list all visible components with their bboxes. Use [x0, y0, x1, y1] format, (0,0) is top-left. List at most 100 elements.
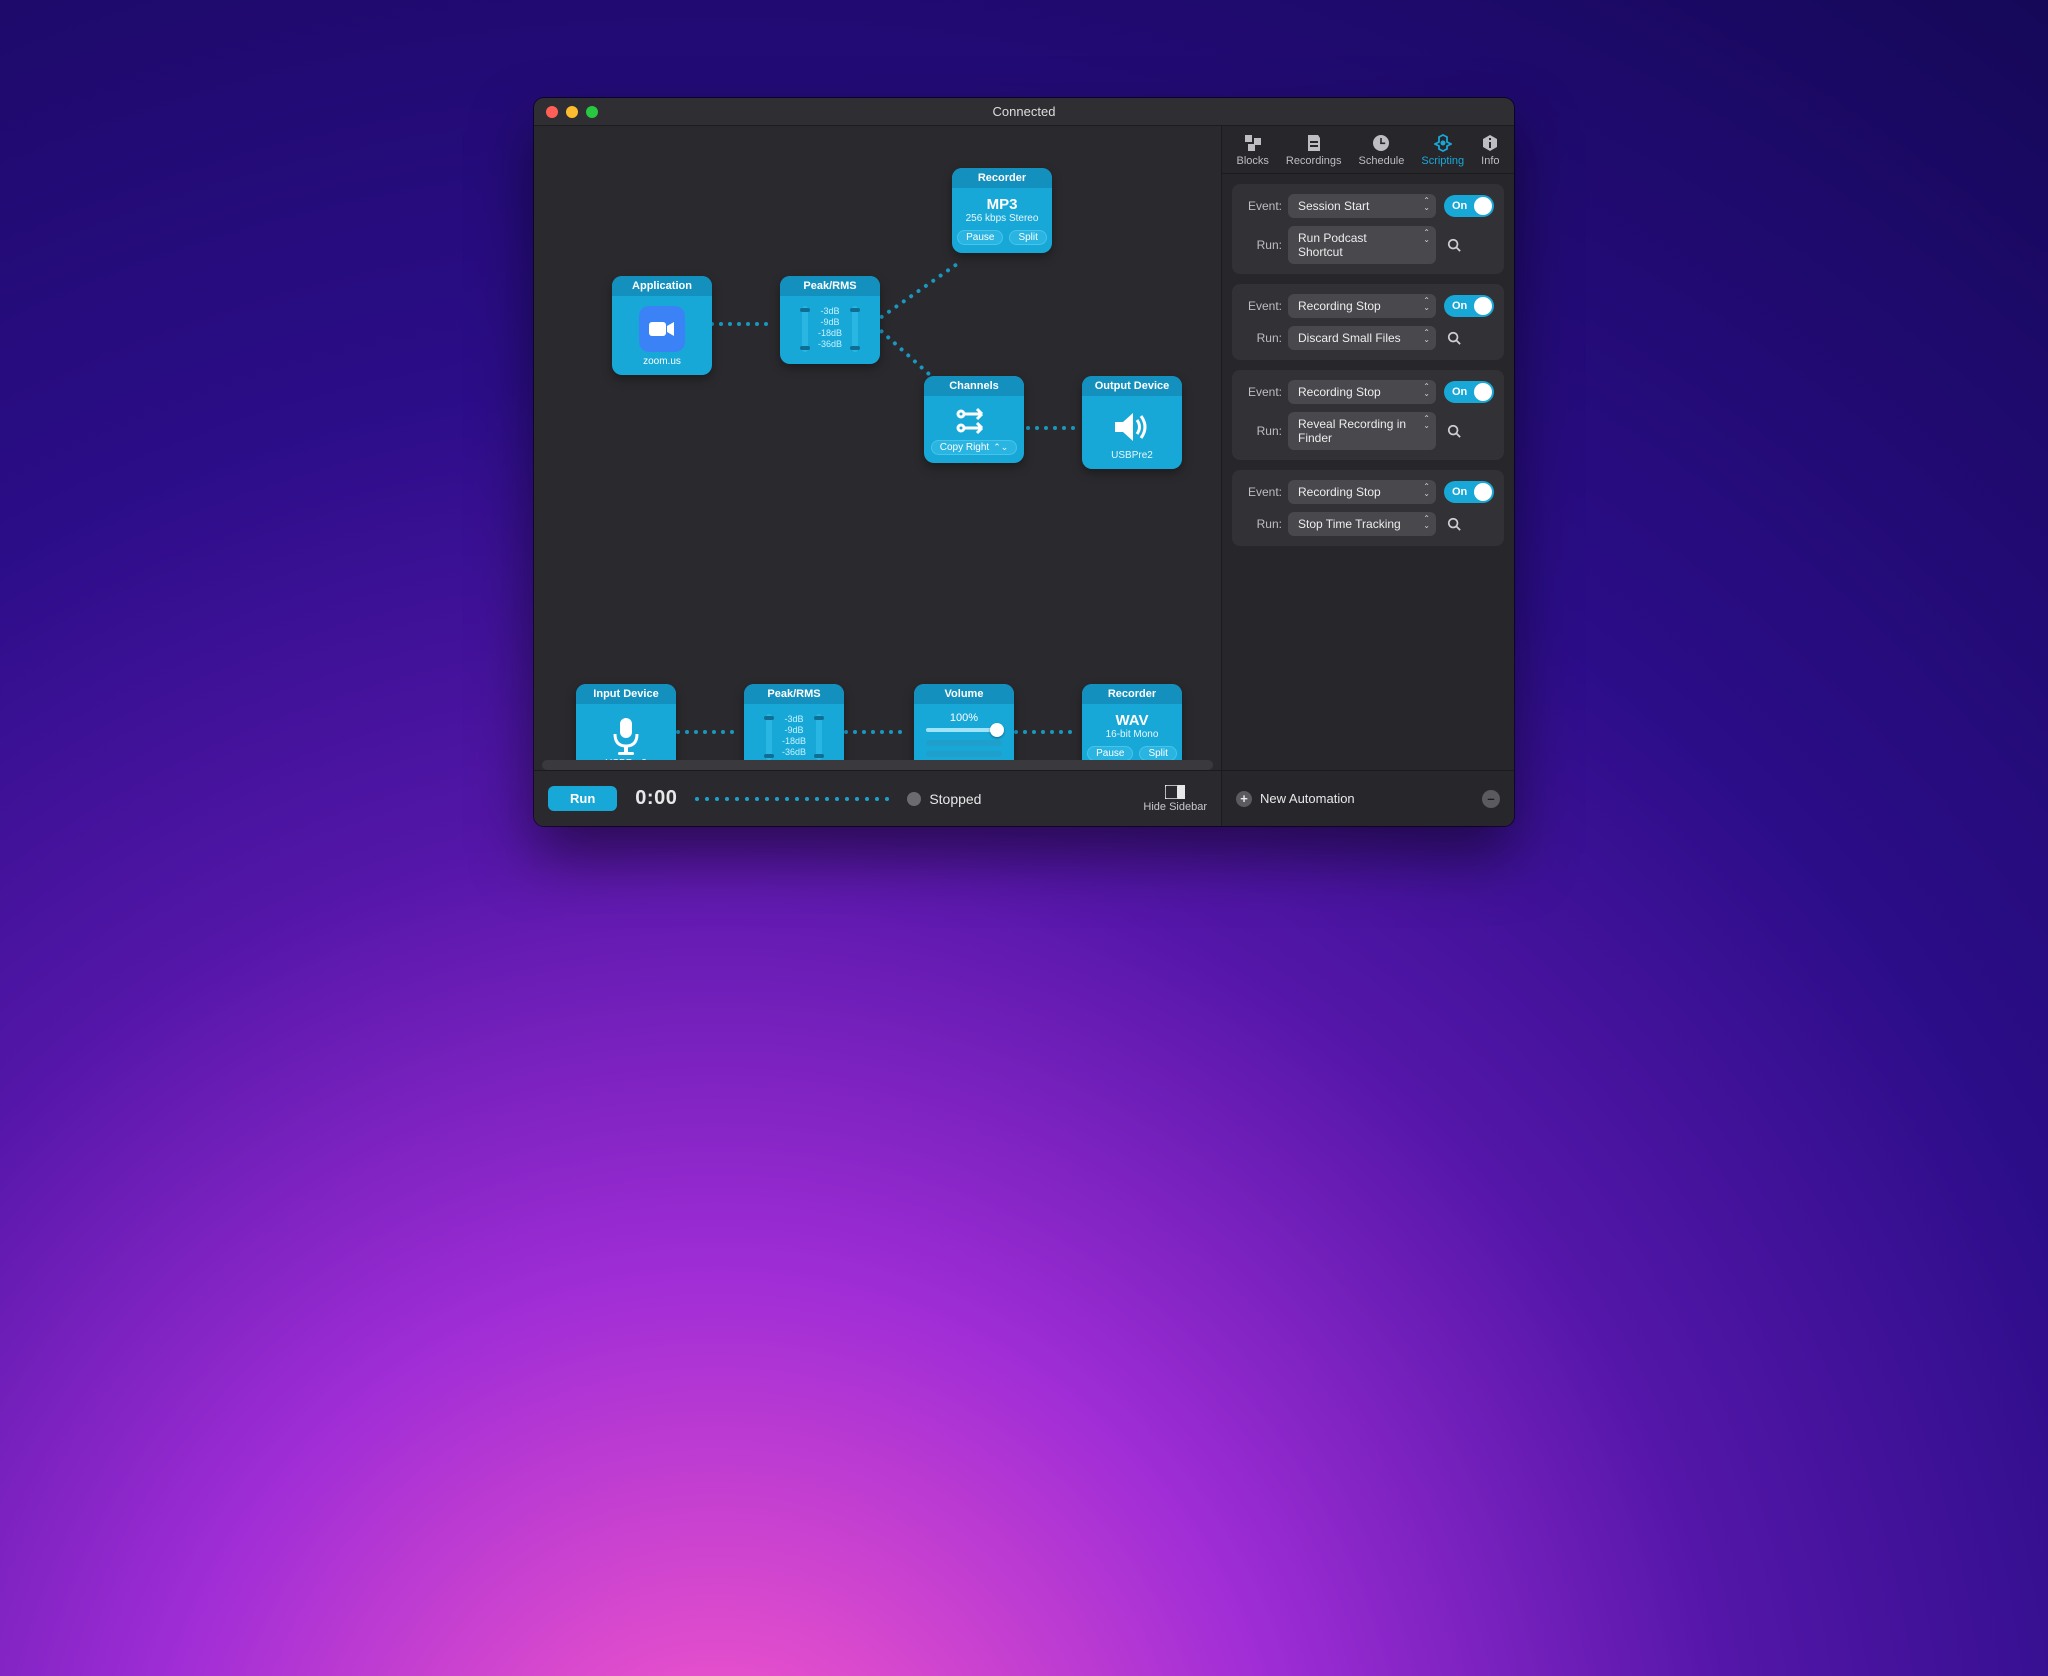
speaker-icon [1111, 406, 1153, 448]
node-input-device[interactable]: Input Device USBPre2 [576, 684, 676, 760]
scale-label: -3dB [782, 714, 806, 725]
tab-label: Scripting [1421, 155, 1464, 167]
chevron-updown-icon: ⌃⌄ [1423, 383, 1430, 397]
event-label: Event: [1242, 385, 1288, 399]
magnifier-icon [1447, 424, 1461, 438]
scale-label: -3dB [818, 306, 842, 317]
channel-mode-select[interactable]: Copy Right ⌃⌄ [931, 440, 1018, 455]
state-dot-icon [907, 792, 921, 806]
event-select[interactable]: Session Start⌃⌄ [1288, 194, 1436, 218]
node-volume[interactable]: Volume 100% [914, 684, 1014, 760]
recorder-detail: 16-bit Mono [1088, 729, 1176, 740]
node-header: Peak/RMS [744, 684, 844, 704]
node-application[interactable]: Application zoom.us [612, 276, 712, 375]
tab-label: Blocks [1236, 155, 1268, 167]
toggle-label: On [1452, 386, 1467, 398]
automation-card: Event:Session Start⌃⌄OnRun:Run Podcast S… [1232, 184, 1504, 274]
event-label: Event: [1242, 199, 1288, 213]
node-peak-rms-1[interactable]: Peak/RMS -3dB -9dB -18dB -36dB [780, 276, 880, 364]
microphone-icon [605, 714, 647, 756]
magnifier-icon [1447, 517, 1461, 531]
event-select[interactable]: Recording Stop⌃⌄ [1288, 480, 1436, 504]
chevron-updown-icon: ⌃⌄ [993, 442, 1008, 453]
minimize-icon[interactable] [566, 106, 578, 118]
preview-button[interactable] [1444, 235, 1464, 255]
chevron-updown-icon: ⌃⌄ [1423, 515, 1430, 529]
titlebar: Connected [534, 98, 1514, 126]
automation-list: Event:Session Start⌃⌄OnRun:Run Podcast S… [1222, 174, 1514, 770]
clock-icon [1372, 134, 1390, 152]
info-icon [1481, 134, 1499, 152]
connector [1014, 730, 1072, 734]
connector [1026, 426, 1075, 430]
tab-label: Schedule [1359, 155, 1405, 167]
automation-toggle[interactable]: On [1444, 481, 1494, 503]
sidebar: Blocks Recordings Schedule Scripting Inf… [1222, 126, 1514, 826]
toggle-knob [1474, 383, 1492, 401]
pause-button[interactable]: Pause [1087, 746, 1133, 760]
remove-automation-button[interactable]: – [1482, 790, 1500, 808]
automation-toggle[interactable]: On [1444, 381, 1494, 403]
tab-scripting[interactable]: Scripting [1421, 134, 1464, 167]
toggle-label: On [1452, 200, 1467, 212]
blocks-icon [1244, 134, 1262, 152]
node-header: Channels [924, 376, 1024, 396]
level-bar [926, 740, 1002, 746]
hide-sidebar-button[interactable]: Hide Sidebar [1143, 785, 1207, 813]
connector [676, 730, 734, 734]
scale-label: -18dB [782, 736, 806, 747]
event-select[interactable]: Recording Stop⌃⌄ [1288, 380, 1436, 404]
split-button[interactable]: Split [1009, 230, 1046, 245]
scale-label: -36dB [818, 339, 842, 350]
node-header: Application [612, 276, 712, 296]
node-canvas[interactable]: Application zoom.us Peak/RMS [534, 126, 1221, 760]
run-select[interactable]: Stop Time Tracking⌃⌄ [1288, 512, 1436, 536]
node-recorder-wav[interactable]: Recorder WAV 16-bit Mono Pause Split [1082, 684, 1182, 760]
status-bar: Run 0:00 Stopped Hide Sidebar [534, 770, 1221, 826]
pause-button[interactable]: Pause [957, 230, 1003, 245]
tab-info[interactable]: Info [1481, 134, 1499, 167]
run-button[interactable]: Run [548, 786, 617, 811]
tab-recordings[interactable]: Recordings [1286, 134, 1342, 167]
slider-thumb[interactable] [990, 723, 1004, 737]
close-icon[interactable] [546, 106, 558, 118]
event-label: Event: [1242, 485, 1288, 499]
toggle-knob [1474, 297, 1492, 315]
run-select[interactable]: Run Podcast Shortcut⌃⌄ [1288, 226, 1436, 264]
automation-card: Event:Recording Stop⌃⌄ On Run:Stop Time Tr… [1232, 470, 1504, 546]
window-title: Connected [993, 104, 1056, 119]
event-label: Event: [1242, 299, 1288, 313]
split-button[interactable]: Split [1139, 746, 1176, 760]
horizontal-scrollbar[interactable] [542, 760, 1213, 770]
new-automation-label: New Automation [1260, 791, 1355, 806]
node-peak-rms-2[interactable]: Peak/RMS -3dB -9dB -18dB -36dB [744, 684, 844, 760]
recording-state: Stopped [907, 791, 981, 807]
node-recorder-mp3[interactable]: Recorder MP3 256 kbps Stereo Pause Split [952, 168, 1052, 253]
tab-blocks[interactable]: Blocks [1236, 134, 1268, 167]
connector [879, 262, 958, 319]
node-output-device[interactable]: Output Device USBPre2 [1082, 376, 1182, 469]
node-channels[interactable]: Channels Copy Right ⌃⌄ [924, 376, 1024, 463]
preview-button[interactable] [1444, 328, 1464, 348]
scale-label: -36dB [782, 747, 806, 758]
chevron-updown-icon: ⌃⌄ [1423, 197, 1430, 211]
run-select[interactable]: Discard Small Files⌃⌄ [1288, 326, 1436, 350]
event-select[interactable]: Recording Stop⌃⌄ [1288, 294, 1436, 318]
new-automation-button[interactable]: + New Automation [1236, 791, 1355, 807]
tab-label: Info [1481, 155, 1499, 167]
run-select[interactable]: Reveal Recording in Finder⌃⌄ [1288, 412, 1436, 450]
automation-toggle[interactable]: On [1444, 195, 1494, 217]
channels-icon [954, 406, 994, 436]
tab-label: Recordings [1286, 155, 1342, 167]
node-label: USBPre2 [1088, 450, 1176, 461]
node-header: Volume [914, 684, 1014, 704]
run-label: Run: [1242, 517, 1288, 531]
volume-slider[interactable] [926, 728, 1002, 732]
preview-button[interactable] [1444, 421, 1464, 441]
tab-schedule[interactable]: Schedule [1359, 134, 1405, 167]
automation-toggle[interactable]: On [1444, 295, 1494, 317]
node-header: Input Device [576, 684, 676, 704]
preview-button[interactable] [1444, 514, 1464, 534]
zoom-icon[interactable] [586, 106, 598, 118]
sidebar-footer: + New Automation – [1222, 770, 1514, 826]
